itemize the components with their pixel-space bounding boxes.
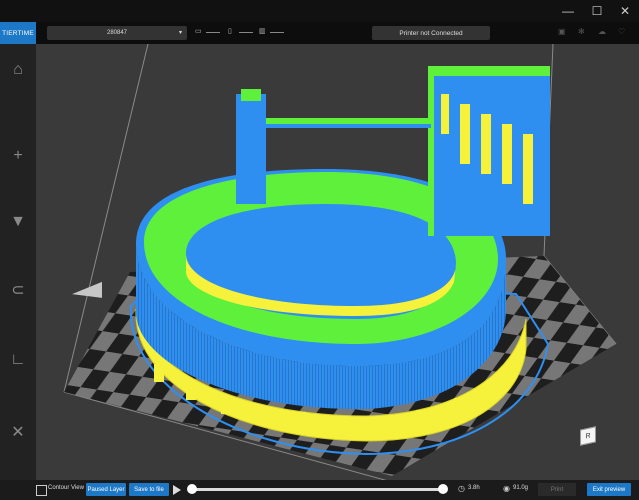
paused-layer-button[interactable]: Paused Layer: [86, 483, 126, 496]
settings-icon[interactable]: ✻: [578, 27, 585, 36]
model-select[interactable]: 280847 ▾: [47, 26, 187, 40]
view-cube[interactable]: R: [580, 426, 596, 446]
model-bridge: [266, 118, 431, 124]
model-select-value: 280847: [106, 30, 128, 36]
close-button[interactable]: ✕: [610, 0, 639, 22]
print-weight: 91.0g: [513, 485, 529, 491]
exit-preview-button[interactable]: Exit preview: [587, 483, 631, 496]
printer-status-button[interactable]: Printer not Connected: [372, 26, 490, 40]
layer-slider-start-handle[interactable]: [187, 484, 197, 494]
model-pillar: [236, 94, 266, 204]
tool-field-2[interactable]: [239, 32, 253, 33]
rotate-icon[interactable]: ▯: [228, 27, 232, 35]
scene-render: [63, 44, 617, 480]
contour-view-label: Contour View: [48, 485, 84, 491]
print-time: 3.8h: [468, 485, 480, 491]
layer-slider-fill: [190, 488, 446, 491]
layer-slider-end-handle[interactable]: [438, 484, 448, 494]
add-icon[interactable]: +: [8, 146, 28, 166]
minimize-button[interactable]: —: [553, 0, 583, 22]
ruler-icon[interactable]: ∟: [8, 350, 28, 370]
print-bed-icon[interactable]: ▼: [8, 212, 28, 232]
wrench-icon[interactable]: ✕: [8, 422, 28, 442]
cloud-icon[interactable]: ☁: [598, 27, 606, 36]
layer-slider[interactable]: [190, 488, 446, 491]
magnet-icon[interactable]: ⊂: [8, 280, 28, 300]
app-logo: TIERTIME: [0, 22, 36, 44]
scale-icon[interactable]: ▥: [259, 27, 266, 35]
move-icon[interactable]: ▭: [195, 27, 202, 35]
3d-viewport[interactable]: R: [36, 44, 639, 480]
clock-icon: ◷: [458, 484, 465, 493]
contour-view-checkbox[interactable]: [36, 485, 47, 496]
weight-icon: ◉: [503, 484, 510, 493]
title-bar: — ☐ ✕: [0, 0, 639, 22]
print-button[interactable]: Print: [538, 483, 576, 496]
save-to-file-button[interactable]: Save to file: [129, 483, 169, 496]
left-sidebar: ⌂ + ▼ ⊂ ∟ ✕: [0, 44, 36, 480]
home-icon[interactable]: ⌂: [8, 60, 28, 80]
tool-field-1[interactable]: [206, 32, 220, 33]
maximize-button[interactable]: ☐: [582, 0, 612, 22]
play-icon[interactable]: [173, 485, 181, 495]
heart-icon[interactable]: ♡: [618, 27, 625, 36]
lock-icon[interactable]: ▣: [558, 27, 566, 36]
chevron-down-icon: ▾: [178, 30, 182, 36]
tool-field-3[interactable]: [270, 32, 284, 33]
